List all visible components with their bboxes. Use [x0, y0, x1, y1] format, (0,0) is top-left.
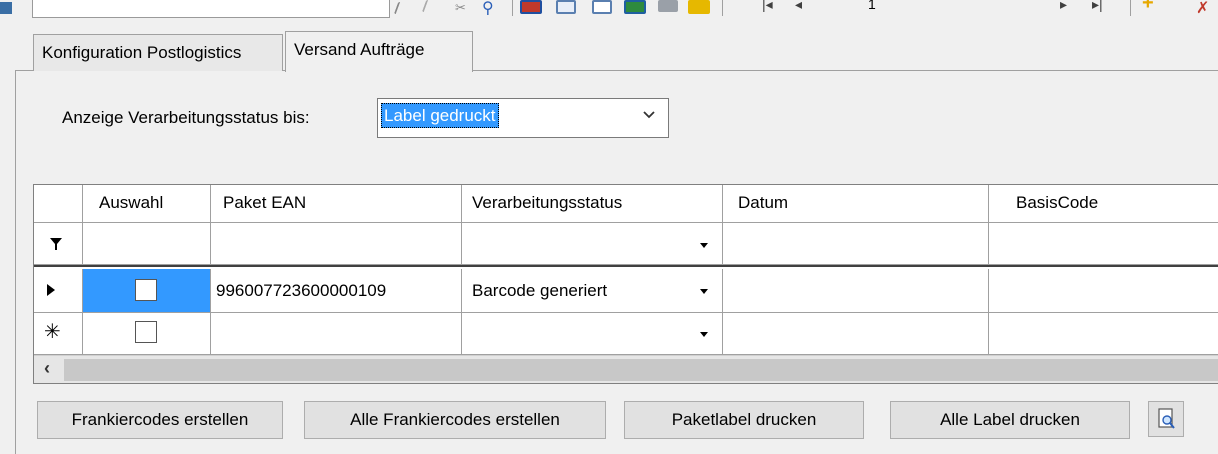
- new-cell-auswahl[interactable]: [83, 313, 211, 355]
- prev-page-icon[interactable]: ◂: [795, 0, 802, 13]
- cell-auswahl[interactable]: [83, 269, 211, 313]
- last-page-icon[interactable]: ▸|: [1092, 0, 1103, 13]
- filter-icon: [50, 238, 62, 250]
- filter-row-header: [34, 223, 83, 265]
- toolbar-combo[interactable]: [32, 0, 390, 18]
- row-select-checkbox[interactable]: [135, 279, 157, 301]
- print-icon[interactable]: [658, 0, 678, 12]
- filter-paket-ean[interactable]: [211, 223, 462, 265]
- grid-filter-row: [34, 223, 1218, 267]
- new-cell-verarbeitungsstatus[interactable]: [462, 313, 723, 355]
- create-all-frankiercodes-button[interactable]: Alle Frankiercodes erstellen: [304, 401, 606, 439]
- caret-down-icon[interactable]: [700, 243, 708, 248]
- report-icon[interactable]: [592, 0, 612, 14]
- status-filter-select[interactable]: Label gedruckt: [377, 98, 669, 138]
- status-filter-value: Label gedruckt: [381, 103, 499, 128]
- horizontal-scrollbar[interactable]: ‹: [34, 355, 1218, 383]
- col-header-paket-ean[interactable]: Paket EAN: [211, 185, 462, 223]
- print-all-labels-button[interactable]: Alle Label drucken: [890, 401, 1130, 439]
- edit-icon[interactable]: [393, 2, 413, 14]
- next-page-icon[interactable]: ▸: [1060, 0, 1067, 13]
- tab-versand-auftraege[interactable]: Versand Aufträge: [285, 31, 473, 72]
- add-icon[interactable]: +: [1142, 0, 1158, 13]
- new-row-checkbox[interactable]: [135, 321, 157, 343]
- status-value: Barcode generiert: [472, 281, 608, 300]
- app-icon: [0, 2, 12, 14]
- edit2-icon[interactable]: [421, 0, 441, 12]
- grid-header: Auswahl Paket EAN Verarbeitungsstatus Da…: [34, 185, 1218, 223]
- delete-icon[interactable]: ✗: [1196, 0, 1209, 17]
- first-page-icon[interactable]: |◂: [762, 0, 773, 13]
- chart-icon[interactable]: [520, 0, 542, 14]
- row-header: [34, 269, 83, 313]
- cell-paket-ean[interactable]: 996007723600000109: [211, 269, 462, 313]
- filter-basiscode[interactable]: [989, 223, 1218, 265]
- new-row[interactable]: ✳: [34, 313, 1218, 355]
- col-header-basiscode[interactable]: BasisCode: [989, 185, 1218, 223]
- scroll-left-icon[interactable]: ‹: [44, 358, 50, 379]
- table-row[interactable]: 996007723600000109 Barcode generiert: [34, 269, 1218, 313]
- page-number[interactable]: 1: [868, 0, 876, 12]
- new-cell-datum[interactable]: [723, 313, 989, 355]
- cell-datum[interactable]: [723, 269, 989, 313]
- cell-basiscode[interactable]: [989, 269, 1218, 313]
- col-header-verarbeitungsstatus[interactable]: Verarbeitungsstatus: [462, 185, 723, 223]
- folder-icon[interactable]: [688, 0, 710, 14]
- filter-verarbeitungsstatus[interactable]: [462, 223, 723, 265]
- cut-icon[interactable]: ✂: [455, 0, 469, 15]
- new-cell-paket-ean[interactable]: [211, 313, 462, 355]
- paket-ean-value: 996007723600000109: [216, 281, 387, 300]
- status-filter-label: Anzeige Verarbeitungsstatus bis:: [62, 108, 310, 127]
- print-paketlabel-button[interactable]: Paketlabel drucken: [624, 401, 864, 439]
- scrollbar-track[interactable]: [64, 359, 1218, 381]
- new-row-header: ✳: [34, 313, 83, 355]
- col-header-datum[interactable]: Datum: [723, 185, 989, 223]
- filter-auswahl[interactable]: [83, 223, 211, 265]
- caret-down-icon[interactable]: [700, 332, 708, 337]
- col-header-auswahl[interactable]: Auswahl: [83, 185, 211, 223]
- filter-datum[interactable]: [723, 223, 989, 265]
- tab-konfiguration[interactable]: Konfiguration Postlogistics: [33, 34, 283, 71]
- new-row-icon: ✳: [44, 321, 61, 343]
- excel-icon[interactable]: [624, 0, 646, 14]
- find-icon[interactable]: ⚲: [482, 0, 502, 17]
- cell-verarbeitungsstatus[interactable]: Barcode generiert: [462, 269, 723, 313]
- chevron-down-icon: [643, 111, 655, 119]
- caret-down-icon[interactable]: [700, 289, 708, 294]
- row-header-corner: [34, 185, 83, 223]
- grid-icon[interactable]: [556, 0, 576, 14]
- orders-grid: Auswahl Paket EAN Verarbeitungsstatus Da…: [33, 184, 1218, 384]
- toolbar: ✂ ⚲ |◂ ◂ 1 ▸ ▸| + ✗: [0, 0, 1218, 22]
- current-row-icon: [47, 284, 55, 296]
- print-preview-icon: [1158, 408, 1175, 429]
- new-cell-basiscode[interactable]: [989, 313, 1218, 355]
- create-frankiercodes-button[interactable]: Frankiercodes erstellen: [37, 401, 283, 439]
- print-preview-button[interactable]: [1148, 401, 1184, 437]
